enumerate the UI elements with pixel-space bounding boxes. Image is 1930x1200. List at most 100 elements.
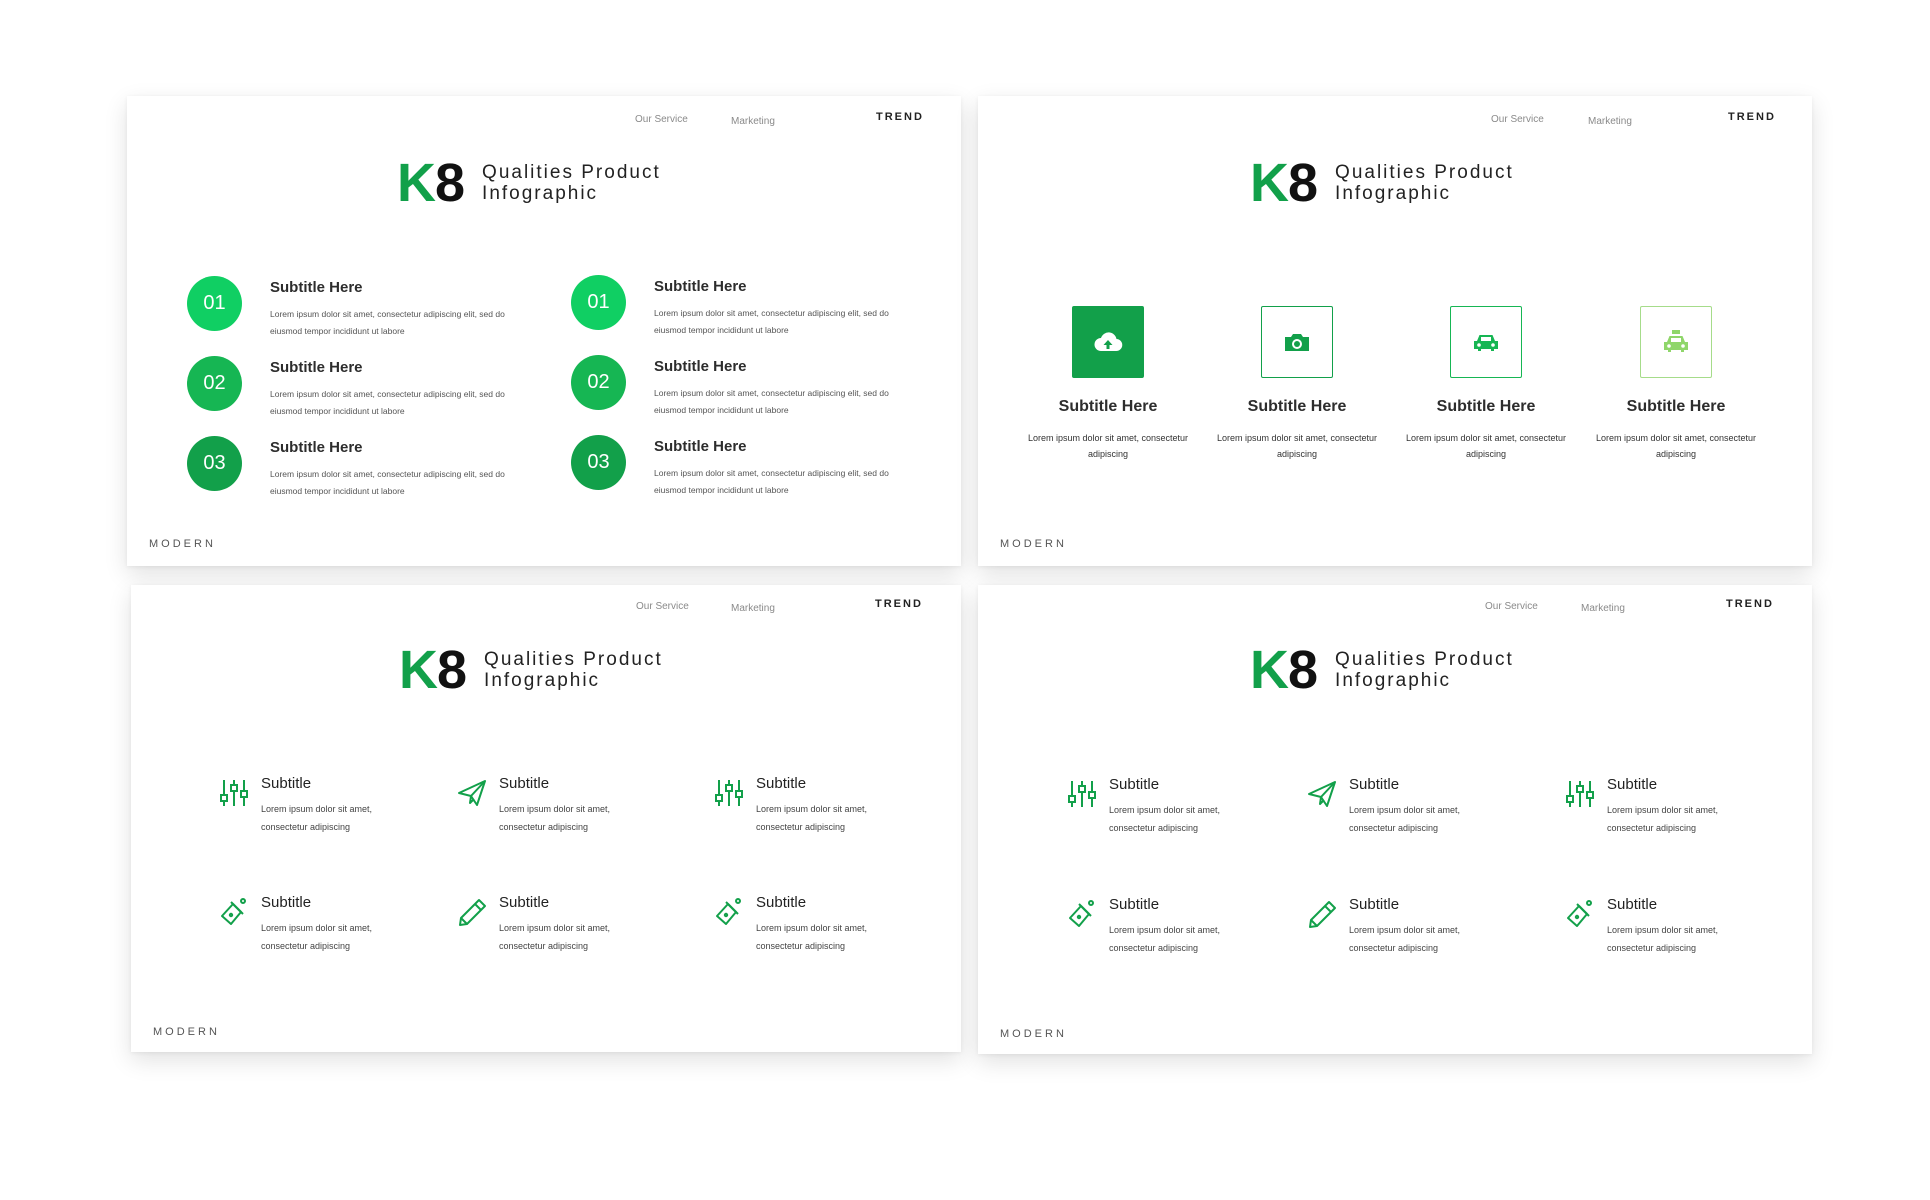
title-block: K8 Qualities Product Infographic — [397, 156, 661, 210]
sliders-icon — [1566, 781, 1594, 807]
nav-marketing[interactable]: Marketing — [1588, 116, 1632, 127]
feature-card: Subtitle Here Lorem ipsum dolor sit amet… — [1202, 306, 1392, 462]
feature-card: Subtitle Here Lorem ipsum dolor sit amet… — [1391, 306, 1581, 462]
list-item: 02 Subtitle Here Lorem ipsum dolor sit a… — [571, 355, 911, 425]
card-title: Subtitle Here — [1436, 398, 1536, 415]
k8-logo: K8 — [397, 153, 465, 213]
k8-logo: K8 — [1250, 153, 1318, 213]
grid-item: Subtitle Lorem ipsum dolor sit amet, con… — [1067, 776, 1257, 846]
card-desc: Lorem ipsum dolor sit amet, consectetur … — [1595, 433, 1757, 459]
slide-icon-cards: Our Service Marketing TREND K8 Qualities… — [978, 96, 1812, 566]
grid-item-desc: Lorem ipsum dolor sit amet, consectetur … — [1109, 805, 1221, 833]
number-badge: 03 — [571, 435, 626, 490]
grid-item: Subtitle Lorem ipsum dolor sit amet, con… — [714, 894, 904, 964]
list-item-title: Subtitle Here — [270, 439, 363, 456]
grid-item-title: Subtitle — [499, 894, 550, 911]
flask-icon — [221, 898, 246, 925]
card-desc: Lorem ipsum dolor sit amet, consectetur … — [1405, 433, 1567, 459]
list-item-desc: Lorem ipsum dolor sit amet, consectetur … — [654, 468, 889, 495]
grid-item-desc: Lorem ipsum dolor sit amet, consectetur … — [1109, 925, 1221, 953]
sliders-icon — [1068, 781, 1096, 807]
nav-marketing[interactable]: Marketing — [731, 116, 775, 127]
sliders-icon — [715, 780, 743, 806]
grid-item-title: Subtitle — [1109, 896, 1160, 913]
list-item-desc: Lorem ipsum dolor sit amet, consectetur … — [270, 309, 505, 336]
grid-item-desc: Lorem ipsum dolor sit amet, consectetur … — [499, 923, 611, 951]
grid-item-desc: Lorem ipsum dolor sit amet, consectetur … — [756, 804, 868, 832]
grid-item-title: Subtitle — [1349, 896, 1400, 913]
flask-icon — [716, 898, 741, 925]
nav-our-service[interactable]: Our Service — [1491, 114, 1544, 125]
list-item-desc: Lorem ipsum dolor sit amet, consectetur … — [654, 308, 889, 335]
nav-our-service[interactable]: Our Service — [636, 601, 689, 612]
grid-item: Subtitle Lorem ipsum dolor sit amet, con… — [457, 775, 647, 845]
brand-modern: MODERN — [1000, 1028, 1067, 1040]
nav-marketing[interactable]: Marketing — [731, 603, 775, 614]
card-title: Subtitle Here — [1247, 398, 1347, 415]
grid-item-desc: Lorem ipsum dolor sit amet, consectetur … — [756, 923, 868, 951]
page-title: Qualities Product Infographic — [482, 162, 661, 204]
grid-item: Subtitle Lorem ipsum dolor sit amet, con… — [1307, 776, 1497, 846]
list-item-title: Subtitle Here — [270, 279, 363, 296]
grid-item-desc: Lorem ipsum dolor sit amet, consectetur … — [1607, 805, 1719, 833]
nav-our-service[interactable]: Our Service — [1485, 601, 1538, 612]
grid-item-desc: Lorem ipsum dolor sit amet, consectetur … — [1607, 925, 1719, 953]
grid-item: Subtitle Lorem ipsum dolor sit amet, con… — [219, 775, 409, 845]
slide-icon-grid: Our Service Marketing TREND K8 Qualities… — [978, 585, 1812, 1054]
title-block: K8 Qualities Product Infographic — [1250, 643, 1514, 697]
k8-logo: K8 — [399, 640, 467, 700]
list-item: 03 Subtitle Here Lorem ipsum dolor sit a… — [571, 435, 911, 505]
list-item-desc: Lorem ipsum dolor sit amet, consectetur … — [270, 469, 505, 496]
feature-card: Subtitle Here Lorem ipsum dolor sit amet… — [1581, 306, 1771, 462]
taxi-icon — [1640, 306, 1712, 378]
car-icon — [1450, 306, 1522, 378]
brand-modern: MODERN — [149, 538, 216, 550]
paper-plane-icon — [458, 780, 486, 806]
pencil-icon — [1309, 901, 1336, 928]
grid-item: Subtitle Lorem ipsum dolor sit amet, con… — [457, 894, 647, 964]
grid-item-title: Subtitle — [261, 894, 312, 911]
brand-trend: TREND — [876, 111, 924, 123]
number-badge: 01 — [571, 275, 626, 330]
brand-trend: TREND — [1728, 111, 1776, 123]
grid-item: Subtitle Lorem ipsum dolor sit amet, con… — [1307, 896, 1497, 966]
grid-item-title: Subtitle — [756, 894, 807, 911]
brand-modern: MODERN — [1000, 538, 1067, 550]
number-badge: 03 — [187, 436, 242, 491]
paper-plane-icon — [1308, 781, 1336, 807]
title-block: K8 Qualities Product Infographic — [399, 643, 663, 697]
grid-item-title: Subtitle — [756, 775, 807, 792]
slide-numbered-list: Our Service Marketing TREND K8 Qualities… — [127, 96, 961, 566]
list-item: 01 Subtitle Here Lorem ipsum dolor sit a… — [187, 276, 527, 346]
card-desc: Lorem ipsum dolor sit amet, consectetur … — [1216, 433, 1378, 459]
grid-item: Subtitle Lorem ipsum dolor sit amet, con… — [1565, 776, 1755, 846]
number-badge: 02 — [571, 355, 626, 410]
list-item: 01 Subtitle Here Lorem ipsum dolor sit a… — [571, 275, 911, 345]
list-item-desc: Lorem ipsum dolor sit amet, consectetur … — [270, 389, 505, 416]
number-badge: 01 — [187, 276, 242, 331]
list-item-title: Subtitle Here — [654, 278, 747, 295]
sliders-icon — [220, 780, 248, 806]
list-item-title: Subtitle Here — [654, 438, 747, 455]
grid-item-title: Subtitle — [261, 775, 312, 792]
cloud-upload-icon — [1072, 306, 1144, 378]
grid-item: Subtitle Lorem ipsum dolor sit amet, con… — [714, 775, 904, 845]
k8-logo: K8 — [1250, 640, 1318, 700]
brand-modern: MODERN — [153, 1026, 220, 1038]
slide-icon-grid: Our Service Marketing TREND K8 Qualities… — [131, 585, 961, 1052]
flask-icon — [1567, 900, 1592, 927]
flask-icon — [1069, 900, 1094, 927]
list-item-desc: Lorem ipsum dolor sit amet, consectetur … — [654, 388, 889, 415]
list-item: 03 Subtitle Here Lorem ipsum dolor sit a… — [187, 436, 527, 506]
list-item-title: Subtitle Here — [654, 358, 747, 375]
pencil-icon — [459, 899, 486, 926]
nav-marketing[interactable]: Marketing — [1581, 603, 1625, 614]
card-title: Subtitle Here — [1058, 398, 1158, 415]
list-item-title: Subtitle Here — [270, 359, 363, 376]
grid-item-title: Subtitle — [1607, 776, 1658, 793]
feature-card: Subtitle Here Lorem ipsum dolor sit amet… — [1013, 306, 1203, 462]
grid-item-desc: Lorem ipsum dolor sit amet, consectetur … — [261, 923, 373, 951]
number-badge: 02 — [187, 356, 242, 411]
nav-our-service[interactable]: Our Service — [635, 114, 688, 125]
grid-item-desc: Lorem ipsum dolor sit amet, consectetur … — [1349, 805, 1461, 833]
